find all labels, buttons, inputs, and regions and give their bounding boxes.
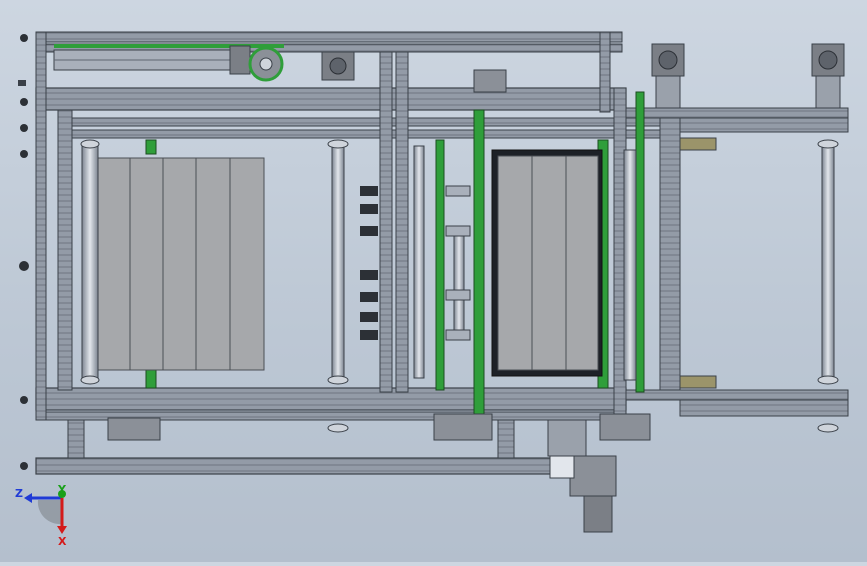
y-axis-label: Y	[57, 483, 67, 496]
coordinate-triad: Z Y X	[15, 483, 67, 548]
right-extension-rails	[625, 107, 849, 417]
left-product-stack	[81, 145, 265, 379]
x-axis-label: X	[58, 535, 67, 548]
top-cylinder-actuator	[53, 45, 284, 82]
z-axis-label: Z	[15, 487, 23, 500]
assembly-drawing: Z Y X	[15, 31, 849, 548]
frame-bolts	[18, 34, 29, 470]
cad-viewport[interactable]: Z Y X	[0, 0, 867, 562]
right-product-stack	[491, 149, 603, 377]
